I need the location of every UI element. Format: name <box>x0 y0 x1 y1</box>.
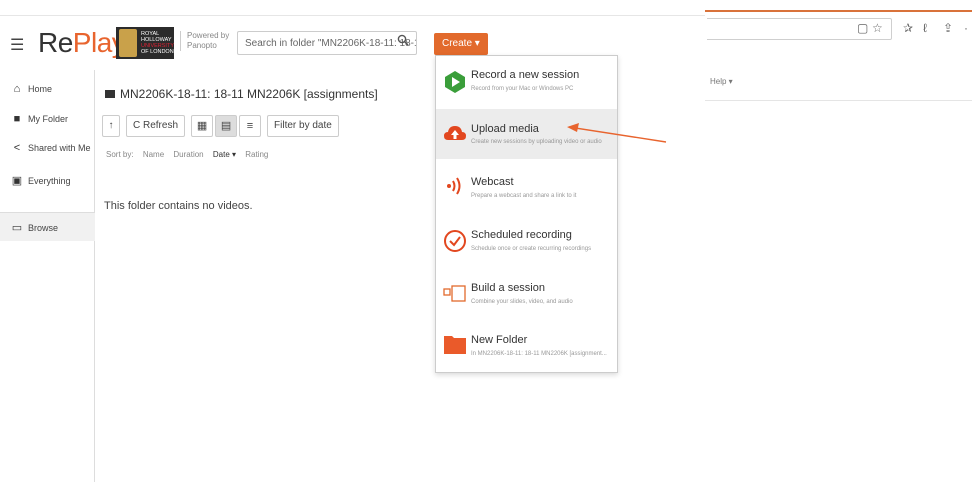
menu-title: Upload media <box>471 123 539 135</box>
brand-re: Re <box>38 27 73 58</box>
menu-title: Webcast <box>471 176 514 188</box>
empty-folder-message: This folder contains no videos. <box>104 200 253 212</box>
search-input[interactable]: Search in folder "MN2206K-18-11: 18-1... <box>237 31 417 55</box>
powered-line-1: Powered by <box>187 31 230 40</box>
hamburger-menu-icon[interactable]: ☰ <box>10 35 24 55</box>
build-icon <box>443 285 466 302</box>
more-icon[interactable]: · <box>964 21 968 35</box>
royal-holloway-logo[interactable]: ROYAL HOLLOWAY UNIVERSITY OF LONDON <box>116 27 174 59</box>
crest-icon <box>119 29 137 57</box>
menu-title: Scheduled recording <box>471 229 572 241</box>
right-divider <box>705 100 972 101</box>
create-button[interactable]: Create ▾ <box>434 33 488 55</box>
new-folder-icon <box>444 336 466 354</box>
favorites-icon[interactable]: ✰ <box>903 21 913 35</box>
share-icon: < <box>13 142 21 154</box>
menu-desc: Prepare a webcast and share a link to it <box>471 193 577 199</box>
help-menu[interactable]: Help ▾ <box>710 77 733 86</box>
menu-desc: Schedule once or create recurring record… <box>471 246 592 252</box>
folder-icon <box>105 90 115 98</box>
menu-title: Build a session <box>471 282 545 294</box>
folder-toolbar: ↑ C Refresh ▦ ▤ ≡ Filter by date <box>102 115 345 137</box>
search-icon[interactable] <box>397 34 409 49</box>
detail-view-icon[interactable]: ▤ <box>215 115 238 137</box>
pen-icon[interactable]: ℓ <box>923 21 927 35</box>
star-icon[interactable]: ☆ <box>872 21 883 35</box>
webcast-icon <box>447 177 461 195</box>
sidebar-item-home[interactable]: ⌂ Home <box>10 83 52 95</box>
up-button[interactable]: ↑ <box>102 115 120 137</box>
share-browser-icon[interactable]: ⇪ <box>943 21 953 35</box>
sort-bar: Sort by: Name Duration Date ▾ Rating <box>106 150 275 159</box>
list-view-icon[interactable]: ≡ <box>239 115 262 137</box>
sidebar-item-browse[interactable]: ▭ Browse <box>10 221 58 234</box>
sidebar-item-label: My Folder <box>28 114 69 124</box>
menu-item-record[interactable]: Record a new session Record from your Ma… <box>436 58 617 108</box>
menu-item-scheduled[interactable]: Scheduled recording Schedule once or cre… <box>436 216 617 266</box>
upload-cloud-icon <box>444 126 466 140</box>
sidebar-item-shared[interactable]: < Shared with Me <box>10 142 91 154</box>
sort-rating[interactable]: Rating <box>245 150 268 159</box>
scheduled-icon <box>444 230 466 252</box>
sort-name[interactable]: Name <box>143 150 164 159</box>
sidebar-item-my-folder[interactable]: ■ My Folder <box>10 113 68 125</box>
menu-item-webcast[interactable]: Webcast Prepare a webcast and share a li… <box>436 162 617 212</box>
home-icon: ⌂ <box>13 83 21 95</box>
sidebar-item-label: Everything <box>28 175 71 186</box>
sort-duration[interactable]: Duration <box>173 150 203 159</box>
everything-icon: ▣ <box>11 175 23 187</box>
sidebar: ⌂ Home ■ My Folder < Shared with Me ▣ Ev… <box>0 70 95 482</box>
logo-text: ROYAL HOLLOWAY UNIVERSITY OF LONDON <box>141 31 174 55</box>
menu-item-build-session[interactable]: Build a session Combine your slides, vid… <box>436 269 617 319</box>
reader-icon[interactable]: ▢ <box>857 21 868 35</box>
browse-icon: ▭ <box>11 222 23 234</box>
replay-logo[interactable]: RePlay <box>38 27 126 59</box>
folder-title: MN2206K-18-11: 18-11 MN2206K [assignment… <box>105 87 378 101</box>
annotation-arrow-icon <box>567 123 667 143</box>
sidebar-item-label: Home <box>28 84 53 94</box>
browser-accent-line <box>705 10 972 12</box>
sidebar-item-everything[interactable]: ▣ Everything <box>10 174 71 187</box>
menu-desc: In MN2206K-18-11: 18-11 MN2206K [assignm… <box>471 351 607 357</box>
menu-title: New Folder <box>471 334 528 346</box>
folder-icon: ■ <box>13 113 21 125</box>
filter-by-date-button[interactable]: Filter by date <box>267 115 339 137</box>
sidebar-item-label: Shared with Me <box>28 143 91 153</box>
record-icon <box>445 71 465 93</box>
replay-page: ▢ ☆ ✰ ℓ ⇪ · ☰ RePlay ROYAL HOLLOWAY UNIV… <box>0 0 972 482</box>
powered-line-2: Panopto <box>187 41 217 50</box>
menu-desc: Combine your slides, video, and audio <box>471 299 573 305</box>
browser-top-strip <box>0 0 705 16</box>
menu-item-new-folder[interactable]: New Folder In MN2206K-18-11: 18-11 MN220… <box>436 322 617 372</box>
powered-by: Powered by Panopto <box>180 31 229 51</box>
menu-title: Record a new session <box>471 69 580 81</box>
sort-label: Sort by: <box>106 150 134 159</box>
folder-title-text: MN2206K-18-11: 18-11 MN2206K [assignment… <box>120 87 378 101</box>
sidebar-item-label: Browse <box>28 222 59 233</box>
sort-date[interactable]: Date ▾ <box>213 150 236 159</box>
thumbnail-view-icon[interactable]: ▦ <box>191 115 214 137</box>
menu-desc: Record from your Mac or Windows PC <box>471 86 574 92</box>
refresh-button[interactable]: C Refresh <box>126 115 186 137</box>
logo-line-4: OF LONDON <box>140 49 174 55</box>
create-dropdown-menu: Record a new session Record from your Ma… <box>435 55 618 373</box>
